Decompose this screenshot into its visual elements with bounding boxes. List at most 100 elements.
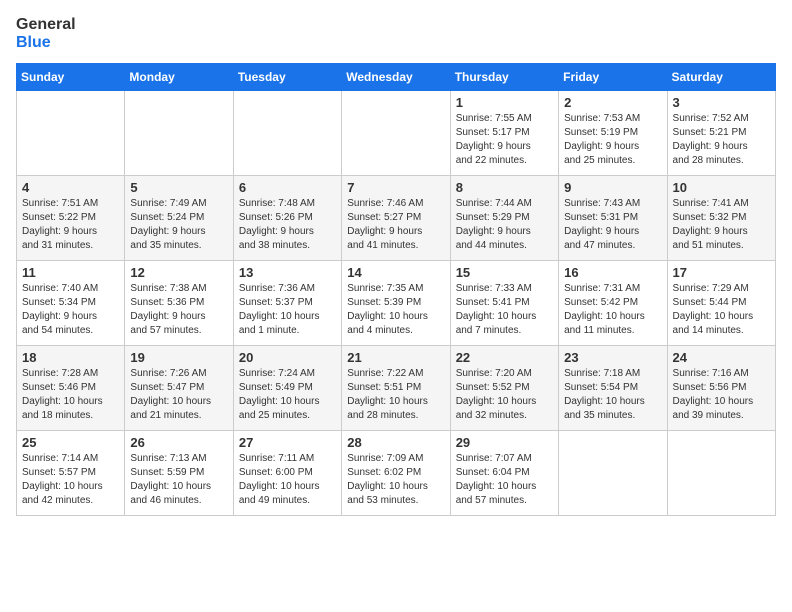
calendar-cell: 3 Sunrise: 7:52 AM Sunset: 5:21 PM Daylig… <box>667 91 775 176</box>
day-number: 9 <box>564 180 661 195</box>
calendar-cell: 21 Sunrise: 7:22 AM Sunset: 5:51 PM Dayli… <box>342 346 450 431</box>
day-number: 22 <box>456 350 553 365</box>
calendar-cell: 27Sunrise: 7:11 AM Sunset: 6:00 PM Dayli… <box>233 431 341 516</box>
calendar-cell: 9 Sunrise: 7:43 AM Sunset: 5:31 PM Daylig… <box>559 176 667 261</box>
day-number: 28 <box>347 435 444 450</box>
day-info: Sunrise: 7:29 AM Sunset: 5:44 PM Dayligh… <box>673 282 770 338</box>
calendar-cell: 12 Sunrise: 7:38 AM Sunset: 5:36 PM Dayli… <box>125 261 233 346</box>
day-number: 5 <box>130 180 227 195</box>
week-row-5: 25 Sunrise: 7:14 AM Sunset: 5:57 PM Dayli… <box>17 431 776 516</box>
calendar-cell: 22 Sunrise: 7:20 AM Sunset: 5:52 PM Dayli… <box>450 346 558 431</box>
day-number: 17 <box>673 265 770 280</box>
day-info: Sunrise: 7:22 AM Sunset: 5:51 PM Dayligh… <box>347 367 444 423</box>
day-info: Sunrise: 7:52 AM Sunset: 5:21 PM Dayligh… <box>673 112 770 168</box>
day-info: Sunrise: 7:11 AM Sunset: 6:00 PM Dayligh… <box>239 452 336 508</box>
logo: General Blue General Blue <box>16 16 76 51</box>
calendar-cell: 17 Sunrise: 7:29 AM Sunset: 5:44 PM Dayli… <box>667 261 775 346</box>
calendar-cell: 4 Sunrise: 7:51 AM Sunset: 5:22 PM Daylig… <box>17 176 125 261</box>
calendar-cell <box>125 91 233 176</box>
day-number: 12 <box>130 265 227 280</box>
weekday-header-sunday: Sunday <box>17 64 125 91</box>
day-number: 4 <box>22 180 119 195</box>
calendar-cell <box>667 431 775 516</box>
day-info: Sunrise: 7:51 AM Sunset: 5:22 PM Dayligh… <box>22 197 119 253</box>
calendar-cell: 24 Sunrise: 7:16 AM Sunset: 5:56 PM Dayli… <box>667 346 775 431</box>
day-info: Sunrise: 7:36 AM Sunset: 5:37 PM Dayligh… <box>239 282 336 338</box>
day-number: 7 <box>347 180 444 195</box>
day-info: Sunrise: 7:16 AM Sunset: 5:56 PM Dayligh… <box>673 367 770 423</box>
day-number: 21 <box>347 350 444 365</box>
weekday-header-saturday: Saturday <box>667 64 775 91</box>
day-info: Sunrise: 7:44 AM Sunset: 5:29 PM Dayligh… <box>456 197 553 253</box>
day-info: Sunrise: 7:46 AM Sunset: 5:27 PM Dayligh… <box>347 197 444 253</box>
day-number: 1 <box>456 95 553 110</box>
calendar-cell: 14 Sunrise: 7:35 AM Sunset: 5:39 PM Dayli… <box>342 261 450 346</box>
day-number: 18 <box>22 350 119 365</box>
calendar-cell: 16 Sunrise: 7:31 AM Sunset: 5:42 PM Dayli… <box>559 261 667 346</box>
week-row-3: 11 Sunrise: 7:40 AM Sunset: 5:34 PM Dayli… <box>17 261 776 346</box>
calendar-cell: 1 Sunrise: 7:55 AM Sunset: 5:17 PM Daylig… <box>450 91 558 176</box>
calendar-cell <box>559 431 667 516</box>
day-number: 8 <box>456 180 553 195</box>
day-info: Sunrise: 7:41 AM Sunset: 5:32 PM Dayligh… <box>673 197 770 253</box>
day-number: 25 <box>22 435 119 450</box>
calendar-cell: 18 Sunrise: 7:28 AM Sunset: 5:46 PM Dayli… <box>17 346 125 431</box>
week-row-2: 4 Sunrise: 7:51 AM Sunset: 5:22 PM Daylig… <box>17 176 776 261</box>
day-number: 29 <box>456 435 553 450</box>
day-number: 15 <box>456 265 553 280</box>
day-info: Sunrise: 7:13 AM Sunset: 5:59 PM Dayligh… <box>130 452 227 508</box>
logo-blue: Blue <box>16 34 76 52</box>
weekday-header-wednesday: Wednesday <box>342 64 450 91</box>
calendar-cell: 8 Sunrise: 7:44 AM Sunset: 5:29 PM Daylig… <box>450 176 558 261</box>
calendar-table: SundayMondayTuesdayWednesdayThursdayFrid… <box>16 63 776 516</box>
page-header: General Blue General Blue <box>16 16 776 51</box>
day-info: Sunrise: 7:40 AM Sunset: 5:34 PM Dayligh… <box>22 282 119 338</box>
weekday-header-thursday: Thursday <box>450 64 558 91</box>
calendar-cell: 29 Sunrise: 7:07 AM Sunset: 6:04 PM Dayli… <box>450 431 558 516</box>
day-info: Sunrise: 7:28 AM Sunset: 5:46 PM Dayligh… <box>22 367 119 423</box>
day-info: Sunrise: 7:26 AM Sunset: 5:47 PM Dayligh… <box>130 367 227 423</box>
calendar-cell: 19Sunrise: 7:26 AM Sunset: 5:47 PM Dayli… <box>125 346 233 431</box>
day-info: Sunrise: 7:24 AM Sunset: 5:49 PM Dayligh… <box>239 367 336 423</box>
calendar-cell: 20Sunrise: 7:24 AM Sunset: 5:49 PM Dayli… <box>233 346 341 431</box>
day-number: 26 <box>130 435 227 450</box>
calendar-cell <box>342 91 450 176</box>
weekday-header-friday: Friday <box>559 64 667 91</box>
day-info: Sunrise: 7:07 AM Sunset: 6:04 PM Dayligh… <box>456 452 553 508</box>
day-info: Sunrise: 7:38 AM Sunset: 5:36 PM Dayligh… <box>130 282 227 338</box>
day-info: Sunrise: 7:14 AM Sunset: 5:57 PM Dayligh… <box>22 452 119 508</box>
day-info: Sunrise: 7:20 AM Sunset: 5:52 PM Dayligh… <box>456 367 553 423</box>
calendar-cell: 15 Sunrise: 7:33 AM Sunset: 5:41 PM Dayli… <box>450 261 558 346</box>
day-number: 16 <box>564 265 661 280</box>
week-row-4: 18 Sunrise: 7:28 AM Sunset: 5:46 PM Dayli… <box>17 346 776 431</box>
day-number: 23 <box>564 350 661 365</box>
calendar-cell: 7 Sunrise: 7:46 AM Sunset: 5:27 PM Daylig… <box>342 176 450 261</box>
calendar-cell: 13 Sunrise: 7:36 AM Sunset: 5:37 PM Dayli… <box>233 261 341 346</box>
weekday-header-tuesday: Tuesday <box>233 64 341 91</box>
calendar-cell: 23Sunrise: 7:18 AM Sunset: 5:54 PM Dayli… <box>559 346 667 431</box>
day-info: Sunrise: 7:49 AM Sunset: 5:24 PM Dayligh… <box>130 197 227 253</box>
calendar-cell <box>233 91 341 176</box>
calendar-cell: 6 Sunrise: 7:48 AM Sunset: 5:26 PM Daylig… <box>233 176 341 261</box>
day-info: Sunrise: 7:33 AM Sunset: 5:41 PM Dayligh… <box>456 282 553 338</box>
day-number: 13 <box>239 265 336 280</box>
day-info: Sunrise: 7:31 AM Sunset: 5:42 PM Dayligh… <box>564 282 661 338</box>
day-info: Sunrise: 7:43 AM Sunset: 5:31 PM Dayligh… <box>564 197 661 253</box>
day-info: Sunrise: 7:35 AM Sunset: 5:39 PM Dayligh… <box>347 282 444 338</box>
week-row-1: 1 Sunrise: 7:55 AM Sunset: 5:17 PM Daylig… <box>17 91 776 176</box>
day-info: Sunrise: 7:09 AM Sunset: 6:02 PM Dayligh… <box>347 452 444 508</box>
day-number: 6 <box>239 180 336 195</box>
calendar-cell: 10 Sunrise: 7:41 AM Sunset: 5:32 PM Dayli… <box>667 176 775 261</box>
weekday-header-row: SundayMondayTuesdayWednesdayThursdayFrid… <box>17 64 776 91</box>
calendar-cell: 5 Sunrise: 7:49 AM Sunset: 5:24 PM Daylig… <box>125 176 233 261</box>
day-number: 2 <box>564 95 661 110</box>
day-number: 24 <box>673 350 770 365</box>
day-number: 14 <box>347 265 444 280</box>
calendar-cell: 28 Sunrise: 7:09 AM Sunset: 6:02 PM Dayli… <box>342 431 450 516</box>
day-number: 10 <box>673 180 770 195</box>
day-number: 3 <box>673 95 770 110</box>
day-number: 11 <box>22 265 119 280</box>
calendar-cell <box>17 91 125 176</box>
day-info: Sunrise: 7:55 AM Sunset: 5:17 PM Dayligh… <box>456 112 553 168</box>
day-info: Sunrise: 7:48 AM Sunset: 5:26 PM Dayligh… <box>239 197 336 253</box>
